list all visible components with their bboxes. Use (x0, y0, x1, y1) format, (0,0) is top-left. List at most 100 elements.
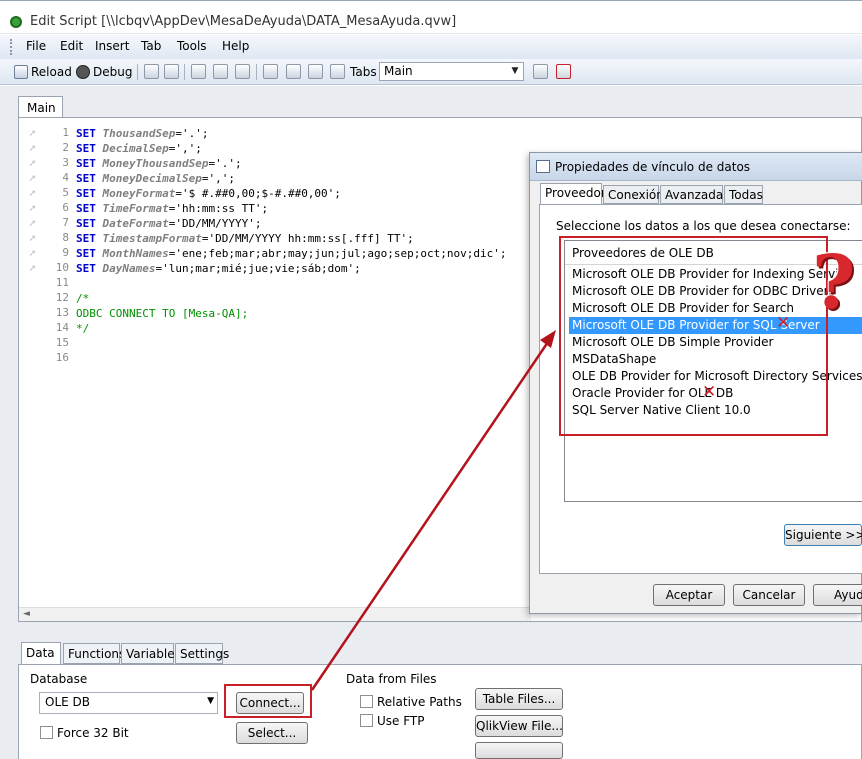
bookmark-pin-icon[interactable]: ➚ (29, 187, 41, 200)
bookmark-pin-icon[interactable]: ➚ (29, 217, 41, 230)
code-line[interactable]: SET ThousandSep='.'; (76, 126, 208, 141)
chevron-down-icon: ▼ (511, 66, 519, 76)
paste-icon[interactable] (235, 64, 250, 79)
line-number-text: 13 (55, 306, 69, 319)
bookmark-pin-icon[interactable]: ➚ (29, 142, 41, 155)
database-select-value: OLE DB (45, 695, 90, 709)
line-number-text: 11 (55, 276, 69, 289)
comment-line[interactable]: /* (76, 291, 89, 306)
variable-token: MoneyDecimalSep (102, 172, 202, 185)
line-number-text: 10 (55, 261, 69, 274)
code-line[interactable]: SET MoneyThousandSep='.'; (76, 156, 242, 171)
web-files-button[interactable] (475, 742, 563, 759)
tab-main[interactable]: Main (18, 96, 63, 118)
line-number-text: 5 (62, 186, 69, 199)
code-line[interactable]: SET DayNames='lun;mar;mié;jue;vie;sáb;do… (76, 261, 361, 276)
menu-help[interactable]: Help (222, 39, 249, 53)
value-token: ='hh:mm:ss TT'; (168, 202, 269, 215)
variable-token: MoneyFormat (102, 187, 176, 200)
value-token: ='ene;feb;mar;abr;may;jun;jul;ago;sep;oc… (168, 247, 507, 260)
tab-conexion[interactable]: Conexión (603, 185, 664, 204)
help-button[interactable]: Ayuda (813, 584, 862, 606)
keyword-token: SET (76, 142, 103, 155)
code-line[interactable]: SET MoneyFormat='$ #.##0,00;$-#.##0,00'; (76, 186, 341, 201)
dialog-window-icon (536, 160, 550, 173)
debug-button[interactable]: Debug (76, 63, 132, 81)
qlikview-file-button[interactable]: QlikView File... (475, 715, 563, 737)
variable-token: TimeFormat (102, 202, 169, 215)
debug-bug-icon (76, 65, 90, 79)
print-icon[interactable] (164, 64, 179, 79)
demote-tab-icon[interactable] (330, 64, 345, 79)
promote-tab-icon[interactable] (308, 64, 323, 79)
tab-avanzadas[interactable]: Avanzadas (660, 185, 729, 204)
tab-functions[interactable]: Functions (63, 643, 125, 664)
dialog-title-bar: Propiedades de vínculo de datos (530, 153, 862, 181)
line-number-text: 14 (55, 321, 69, 334)
line-number: 12 (19, 291, 69, 306)
reload-icon (14, 65, 28, 79)
bookmark-pin-icon[interactable]: ➚ (29, 262, 41, 275)
line-number: 13 (19, 306, 69, 321)
tab-select[interactable]: Main ▼ (379, 62, 524, 81)
cancel-button[interactable]: Cancelar (733, 584, 805, 606)
menu-tools[interactable]: Tools (177, 39, 207, 53)
toolbar-separator (184, 64, 185, 80)
horizontal-scrollbar[interactable]: ◄ (19, 607, 531, 621)
bookmark-pin-icon[interactable]: ➚ (29, 247, 41, 260)
syntax-check-icon[interactable] (556, 64, 571, 79)
menu-edit[interactable]: Edit (60, 39, 83, 53)
save-icon[interactable] (144, 64, 159, 79)
cut-icon[interactable] (191, 64, 206, 79)
use-ftp-label: Use FTP (377, 714, 425, 728)
variable-token: TimestampFormat (102, 232, 202, 245)
reload-label: Reload (31, 65, 72, 79)
line-number-text: 8 (62, 231, 69, 244)
tab-data[interactable]: Data (21, 642, 61, 665)
new-tab-icon[interactable] (286, 64, 301, 79)
code-line[interactable]: SET MonthNames='ene;feb;mar;abr;may;jun;… (76, 246, 507, 261)
bookmark-pin-icon[interactable]: ➚ (29, 202, 41, 215)
use-ftp-checkbox[interactable] (360, 714, 373, 727)
bookmark-pin-icon[interactable]: ➚ (29, 127, 41, 140)
chevron-down-icon: ▼ (207, 696, 214, 706)
variable-token: MoneyThousandSep (102, 157, 209, 170)
comment-line[interactable]: */ (76, 321, 89, 336)
table-viewer-icon[interactable] (533, 64, 548, 79)
bookmark-pin-icon[interactable]: ➚ (29, 172, 41, 185)
force-32-bit-label: Force 32 Bit (57, 726, 129, 740)
line-number-text: 1 (62, 126, 69, 139)
keyword-token: SET (76, 262, 103, 275)
value-token: ='.'; (175, 127, 209, 140)
next-button[interactable]: Siguiente >> (784, 524, 862, 546)
accept-button[interactable]: Aceptar (653, 584, 725, 606)
code-line[interactable]: SET DateFormat='DD/MM/YYYY'; (76, 216, 261, 231)
line-number: ➚ 5 (19, 186, 69, 201)
code-line[interactable]: SET MoneyDecimalSep=','; (76, 171, 235, 186)
tab-variables[interactable]: Variables (121, 643, 181, 664)
line-number-text: 15 (55, 336, 69, 349)
menu-tab[interactable]: Tab (141, 39, 161, 53)
line-number: ➚ 2 (19, 141, 69, 156)
database-select[interactable]: OLE DB ▼ (39, 692, 218, 714)
bookmark-pin-icon[interactable]: ➚ (29, 232, 41, 245)
copy-icon[interactable] (213, 64, 228, 79)
force-32-bit-checkbox[interactable] (40, 726, 53, 739)
select-button[interactable]: Select... (236, 722, 308, 744)
reload-button[interactable]: Reload (14, 63, 72, 81)
tabs-label: Tabs (350, 65, 377, 79)
tab-proveedor[interactable]: Proveedor (540, 183, 606, 205)
tab-settings[interactable]: Settings (175, 643, 229, 664)
menu-insert[interactable]: Insert (95, 39, 129, 53)
menu-file[interactable]: File (26, 39, 46, 53)
tab-todas[interactable]: Todas (724, 185, 763, 204)
table-files-button[interactable]: Table Files... (475, 688, 563, 710)
code-line[interactable]: SET TimeFormat='hh:mm:ss TT'; (76, 201, 268, 216)
relative-paths-checkbox[interactable] (360, 695, 373, 708)
bookmark-pin-icon[interactable]: ➚ (29, 157, 41, 170)
comment-line[interactable]: ODBC CONNECT TO [Mesa-QA]; (76, 306, 248, 321)
scroll-left-arrow-icon[interactable]: ◄ (23, 609, 30, 619)
code-line[interactable]: SET DecimalSep=','; (76, 141, 202, 156)
find-icon[interactable] (263, 64, 278, 79)
code-line[interactable]: SET TimestampFormat='DD/MM/YYYY hh:mm:ss… (76, 231, 414, 246)
